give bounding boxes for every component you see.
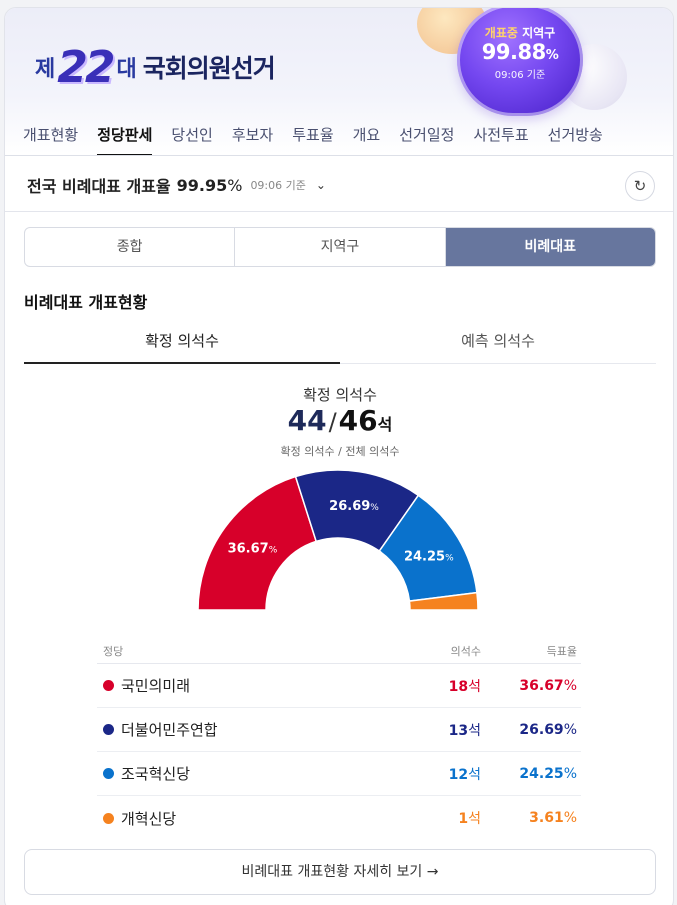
seat-count: 12석 [391,764,481,784]
party-name: 국민의미래 [121,677,191,695]
seats-subcaption: 확정 의석수 / 전체 의석수 [280,445,400,458]
vote-rate-unit: % [563,810,577,826]
vote-rate-unit: % [563,765,577,782]
badge-label: 개표중 지역구 [457,24,583,41]
badge-percent: 99.88% [457,40,583,64]
nav-tab-winners[interactable]: 당선인 [171,123,221,156]
vote-rate-value: 3.61 [529,810,564,826]
party-name: 조국혁신당 [121,765,191,783]
vote-rate-value: 36.67 [519,677,564,694]
vote-rate: 24.25% [481,766,581,782]
refresh-icon: ↻ [633,177,647,195]
party-name-cell: 더불어민주연합 [97,719,391,740]
main-nav: 개표현황 정당판세 당선인 후보자 투표율 개요 선거일정 사전투표 선거방송 [23,123,622,156]
badge-percent-value: 99.88 [481,40,546,64]
seat-count-unit: 석 [468,678,481,695]
party-table: 정당 의석수 득표율 국민의미래 18석 36.67% 더불어민주연합 13석 26.69… [97,638,581,840]
nav-tab-party[interactable]: 정당판세 [97,123,161,156]
nav-tab-broadcast[interactable]: 선거방송 [548,123,612,156]
count-rate-time: 09:06 기준 [250,179,306,192]
vote-rate: 36.67% [481,678,581,694]
count-rate-number: 99.95 [176,175,228,195]
nav-tab-schedule[interactable]: 선거일정 [399,123,463,156]
seat-count: 13석 [391,720,481,740]
seats-count: 44/46석 [5,404,673,437]
party-name-cell: 조국혁신당 [97,763,391,784]
section-title: 비례대표 개표현황 [24,293,148,312]
party-name-cell: 국민의미래 [97,675,391,696]
nav-tab-candidates[interactable]: 후보자 [232,123,282,156]
nav-tab-count[interactable]: 개표현황 [23,123,87,156]
seat-count: 1석 [391,808,481,828]
seats-unit: 석 [377,415,393,434]
tab-predicted-seats[interactable]: 예측 의석수 [340,321,656,363]
logo-number: 22 [57,41,115,93]
seat-count: 18석 [391,676,481,696]
seat-count-value: 12 [448,766,469,783]
vote-rate: 26.69% [481,722,581,738]
divider [5,155,673,156]
table-row[interactable]: 국민의미래 18석 36.67% [97,664,581,708]
vote-rate-value: 24.25 [519,765,564,782]
table-row[interactable]: 더불어민주연합 13석 26.69% [97,708,581,752]
seat-count-value: 13 [448,722,469,739]
count-rate-unit: % [227,175,243,195]
nav-tab-early-vote[interactable]: 사전투표 [473,123,537,156]
party-color-dot [103,724,114,735]
party-color-dot [103,812,114,824]
seat-count-value: 18 [448,678,469,695]
badge-percent-unit: % [545,48,559,63]
seats-total: 46 [338,404,378,437]
segment-proportional[interactable]: 비례대표 [445,228,655,266]
more-details-label: 비례대표 개표현황 자세히 보기 [241,864,423,880]
badge-label-status: 개표중 [484,26,518,40]
table-header: 정당 의석수 득표율 [97,638,581,664]
page-title: 국회의원선거 [142,54,276,83]
segment-overall[interactable]: 종합 [25,228,236,266]
nav-tab-overview[interactable]: 개요 [353,123,390,156]
count-rate-value: 99.95% [177,176,243,195]
divider [5,211,673,212]
logo-prefix: 제 [35,57,56,82]
header-party: 정당 [103,644,124,658]
vote-rate-unit: % [563,721,577,738]
seat-count-value: 1 [458,811,469,827]
table-row[interactable]: 개혁신당 1석 3.61% [97,796,581,840]
seats-slash: / [328,408,337,436]
tab-confirmed-seats[interactable]: 확정 의석수 [24,321,340,364]
header-rate: 득표율 [546,644,577,658]
more-details-button[interactable]: 비례대표 개표현황 자세히 보기 → [24,849,656,895]
table-row[interactable]: 조국혁신당 12석 24.25% [97,752,581,796]
seats-confirmed: 44 [287,404,327,437]
vote-rate-unit: % [563,677,577,694]
seat-subtabs: 확정 의석수 예측 의석수 [24,321,656,364]
header-seats: 의석수 [450,644,481,658]
refresh-button[interactable]: ↻ [625,171,655,201]
logo-suffix: 대 [116,57,137,82]
election-card: 제 22 대 국회의원선거 개표중 지역구 99.88% 09:06 기준 개표… [4,7,674,905]
party-name: 개혁신당 [121,809,177,828]
badge-time: 09:06 기준 [494,70,546,81]
election-logo[interactable]: 제 22 대 국회의원선거 [35,41,276,93]
chevron-down-icon[interactable]: ⌄ [316,178,326,192]
arrow-right-icon: → [426,864,439,880]
party-color-dot [103,680,114,691]
party-color-dot [103,768,114,779]
count-rate-selector[interactable]: 전국 비례대표 개표율 99.95% 09:06 기준 ⌄ [27,170,326,200]
party-name-cell: 개혁신당 [97,808,391,829]
seat-count-unit: 석 [468,766,481,783]
seat-donut-chart: 36.67%26.69%24.25% [197,469,479,611]
segment-control: 종합 지역구 비례대표 [24,227,656,267]
segment-district[interactable]: 지역구 [235,228,446,266]
nav-tab-turnout[interactable]: 투표율 [292,123,342,156]
badge-label-type: 지역구 [522,26,556,40]
vote-rate: 3.61% [481,810,581,826]
party-name: 더불어민주연합 [121,721,218,739]
count-rate-title: 전국 비례대표 개표율 [27,177,171,196]
counting-badge[interactable]: 개표중 지역구 99.88% 09:06 기준 [457,8,583,116]
seats-caption: 확정 의석수 [303,386,377,404]
seat-count-unit: 석 [468,722,481,739]
seat-count-unit: 석 [468,811,481,827]
vote-rate-value: 26.69 [519,721,564,738]
